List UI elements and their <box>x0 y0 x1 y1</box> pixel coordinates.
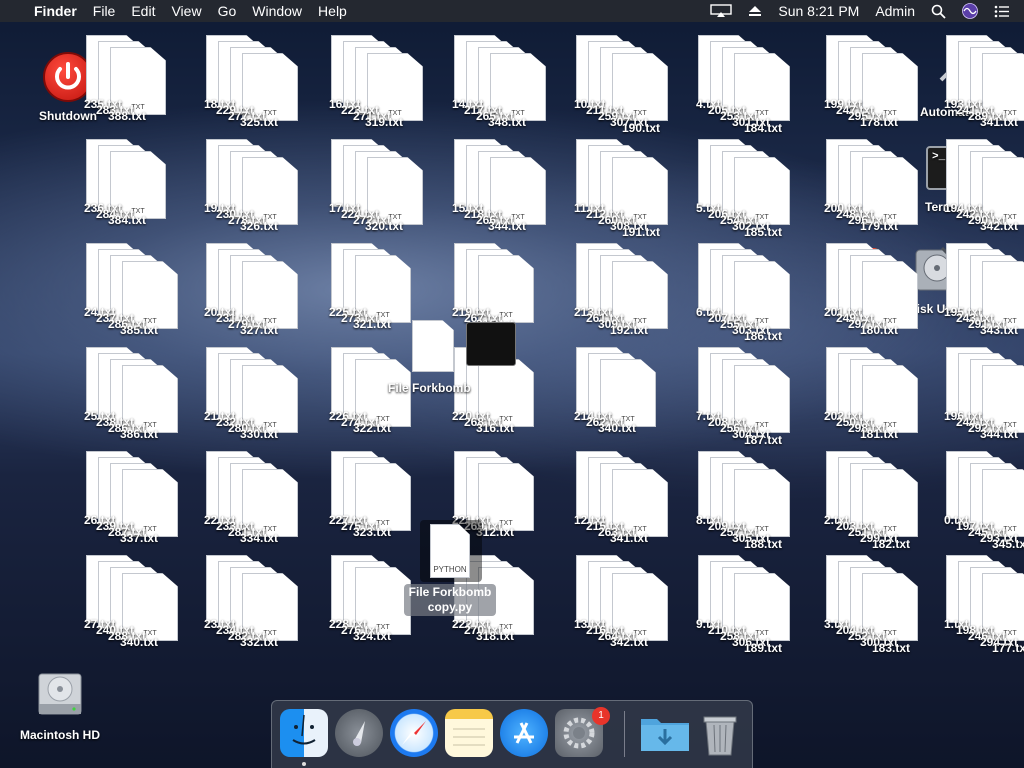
notification-center-icon[interactable] <box>986 5 1024 18</box>
dragged-terminal-thumbnail <box>466 322 516 366</box>
file-label: 180.txt <box>860 323 899 337</box>
file-label: 344.txt <box>980 427 1019 441</box>
file-label: 188.txt <box>744 537 783 551</box>
file-label: 186.txt <box>744 329 783 343</box>
finder-running-indicator <box>302 762 306 766</box>
file-label: 326.txt <box>240 219 279 233</box>
file-label: 179.txt <box>860 219 899 233</box>
file-label: 330.txt <box>240 427 279 441</box>
file-label: 325.txt <box>240 115 279 129</box>
file-forkbomb-copy-label: File Forkbomb copy.py <box>404 584 496 616</box>
file-label: 385.txt <box>120 323 159 337</box>
file-label: 181.txt <box>860 427 899 441</box>
downloads-folder-icon[interactable] <box>639 709 689 757</box>
power-button-icon <box>43 52 93 102</box>
file-label: 332.txt <box>240 635 279 649</box>
file-label: 183.txt <box>872 641 911 655</box>
python-file-icon: PYTHON <box>430 524 470 578</box>
hard-drive-icon <box>36 670 84 718</box>
file-label: 388.txt <box>108 109 147 123</box>
eject-icon[interactable] <box>740 5 770 17</box>
menu-app-name[interactable]: Finder <box>26 3 85 19</box>
file-label: 341.txt <box>610 531 649 545</box>
file-forkbomb[interactable] <box>412 320 456 372</box>
file-label: 340.txt <box>598 421 637 435</box>
menu-user[interactable]: Admin <box>867 3 923 19</box>
airplay-icon[interactable] <box>702 4 740 18</box>
file-label: 337.txt <box>120 531 159 545</box>
file-label: 321.txt <box>353 317 392 331</box>
menu-clock[interactable]: Sun 8:21 PM <box>770 3 867 19</box>
menu-bar: Finder File Edit View Go Window Help Sun… <box>0 0 1024 22</box>
menu-help[interactable]: Help <box>310 3 355 19</box>
menu-window[interactable]: Window <box>244 3 310 19</box>
file-label: 340.txt <box>120 635 159 649</box>
file-forkbomb-label: File Forkbomb <box>388 381 471 395</box>
menu-view[interactable]: View <box>163 3 209 19</box>
menu-go[interactable]: Go <box>210 3 245 19</box>
file-label: 191.txt <box>622 225 661 239</box>
file-label: 178.txt <box>860 115 899 129</box>
file-label: 189.txt <box>744 641 783 655</box>
macintosh-hd-label: Macintosh HD <box>19 728 100 742</box>
file-label: 341.txt <box>980 115 1019 129</box>
menu-file[interactable]: File <box>85 3 124 19</box>
file-label: 342.txt <box>610 635 649 649</box>
file-label: 323.txt <box>353 525 392 539</box>
file-label: 344.txt <box>488 219 527 233</box>
file-label: 348.txt <box>488 115 527 129</box>
file-label: 182.txt <box>872 537 911 551</box>
file-label: 327.txt <box>240 323 279 337</box>
file-label: 190.txt <box>622 121 661 135</box>
file-label: 324.txt <box>353 629 392 643</box>
finder-icon[interactable] <box>280 709 328 757</box>
file-label: 177.txt <box>992 641 1024 655</box>
macintosh-hd[interactable]: Macintosh HD <box>14 670 106 742</box>
file-label: 318.txt <box>476 629 515 643</box>
notification-badge: 1 <box>592 707 610 725</box>
trash-icon[interactable] <box>696 709 744 757</box>
file-label: 342.txt <box>980 219 1019 233</box>
file-label: 345.txt <box>992 537 1024 551</box>
app-store-icon[interactable] <box>500 709 548 757</box>
dock: 1 <box>271 700 753 768</box>
file-label: 187.txt <box>744 433 783 447</box>
file-label: 334.txt <box>240 531 279 545</box>
file-label: 384.txt <box>108 213 147 227</box>
siri-icon[interactable] <box>954 3 986 19</box>
shutdown-label: Shutdown <box>39 109 97 123</box>
file-label: 319.txt <box>365 115 404 129</box>
file-label: 316.txt <box>476 421 515 435</box>
safari-icon[interactable] <box>390 709 438 757</box>
file-label: 184.txt <box>744 121 783 135</box>
file-label: 322.txt <box>353 421 392 435</box>
file-forkbomb-copy-py[interactable]: PYTHON <box>420 520 482 582</box>
spotlight-search-icon[interactable] <box>923 4 954 19</box>
dock-separator <box>624 711 625 757</box>
launchpad-icon[interactable] <box>335 709 383 757</box>
notes-icon[interactable] <box>445 709 493 757</box>
file-label: 320.txt <box>365 219 404 233</box>
file-label: 386.txt <box>120 427 159 441</box>
menu-edit[interactable]: Edit <box>123 3 163 19</box>
file-label: 185.txt <box>744 225 783 239</box>
file-label: 343.txt <box>980 323 1019 337</box>
document-icon <box>412 320 454 372</box>
file-label: 192.txt <box>610 323 649 337</box>
